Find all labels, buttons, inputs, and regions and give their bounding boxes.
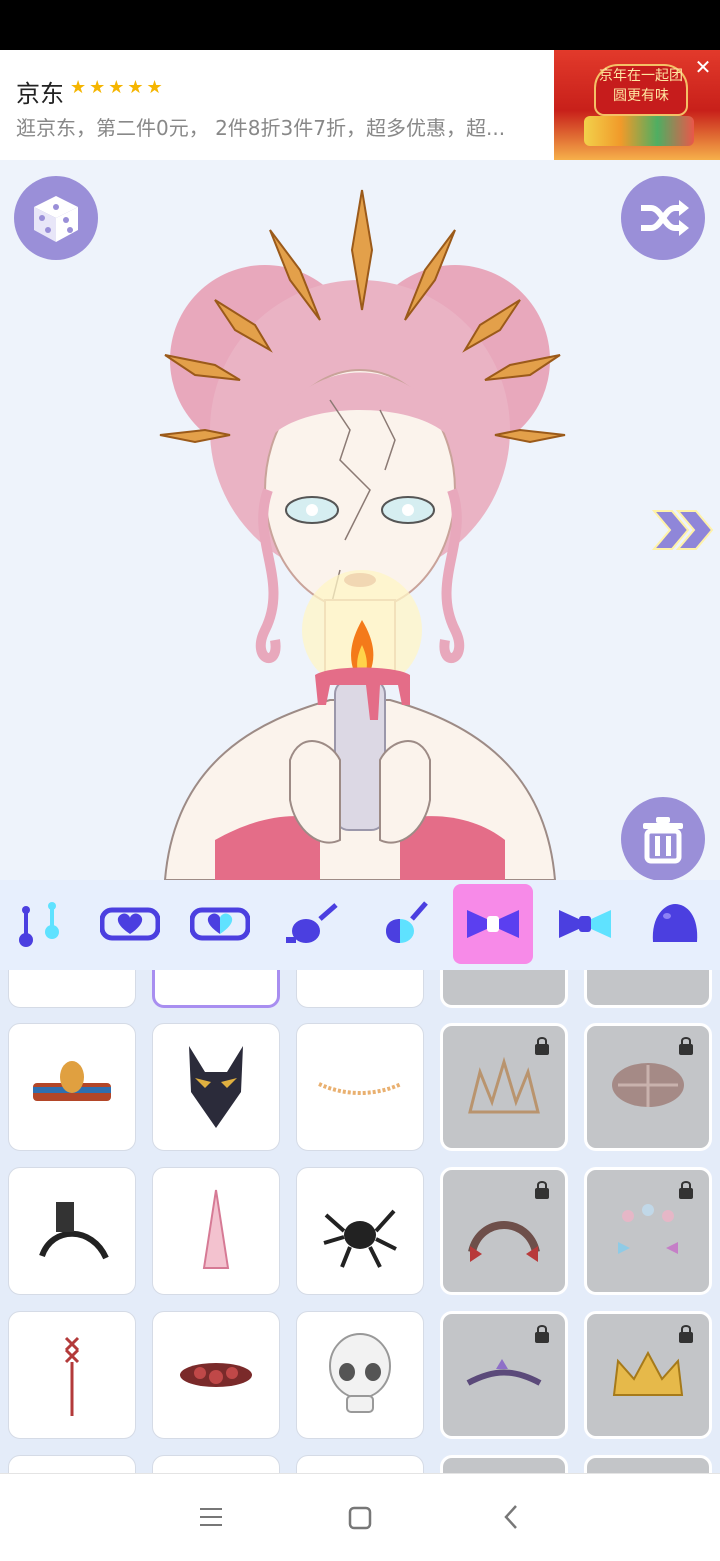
ad-image-banner-text: 京年在一起团圆更有味	[594, 64, 688, 116]
item-rose-wreath[interactable]	[152, 1311, 280, 1439]
ad-banner[interactable]: 京东 ★★★★★ 逛京东，第二件0元， 2件8折3件7折，超多优惠，超... 京…	[0, 50, 720, 160]
spider-icon	[323, 1209, 397, 1268]
jewel-tiara-icon	[466, 1359, 542, 1386]
item-plaid-beret[interactable]	[584, 1023, 712, 1151]
item-partial-bottom[interactable]	[296, 1455, 424, 1473]
hat-icon	[652, 904, 698, 942]
item-partial-bottom-locked[interactable]	[584, 1455, 712, 1473]
tab-bow[interactable]	[453, 884, 533, 964]
heart-necklace-icon	[100, 907, 160, 941]
item-bow-clips[interactable]	[584, 1167, 712, 1295]
item-partial-top-locked[interactable]	[584, 970, 712, 1008]
bow-icon	[467, 910, 519, 938]
item-anubis-mask[interactable]	[152, 1023, 280, 1151]
character-stage	[0, 160, 720, 880]
plaid-beret-icon	[612, 1063, 684, 1107]
character-illustration	[159, 189, 566, 880]
item-lace-headband[interactable]	[440, 1167, 568, 1295]
delete-button[interactable]	[621, 797, 705, 880]
item-partial-top-locked[interactable]	[440, 970, 568, 1008]
item-grid	[0, 970, 720, 1473]
ribbon-lace-icon	[64, 1336, 80, 1416]
dice-icon	[34, 196, 78, 242]
item-jewel-tiara[interactable]	[440, 1311, 568, 1439]
unicorn-horn-icon	[202, 1189, 230, 1269]
lock-icon	[679, 1181, 693, 1199]
item-ribbon-lace[interactable]	[8, 1311, 136, 1439]
rose-wreath-icon	[180, 1363, 252, 1387]
earrings-icon	[19, 902, 59, 947]
ad-image[interactable]: 京年在一起团圆更有味 ✕	[554, 50, 720, 160]
bow-alt-icon	[559, 910, 611, 938]
anubis-mask-icon	[189, 1046, 243, 1128]
item-partial-top[interactable]	[8, 970, 136, 1008]
lace-headband-icon	[468, 1221, 540, 1262]
flower-vine-icon	[318, 1082, 402, 1095]
item-gold-crown[interactable]	[584, 1311, 712, 1439]
item-partial-bottom-locked[interactable]	[440, 1455, 568, 1473]
headwear-alt-icon	[386, 901, 428, 943]
back-icon[interactable]	[502, 1504, 520, 1530]
tab-earrings[interactable]	[0, 884, 80, 964]
gold-crown-icon	[612, 1350, 684, 1396]
skull-icon	[329, 1333, 391, 1413]
lock-icon	[535, 1325, 549, 1343]
item-partial-bottom[interactable]	[8, 1455, 136, 1473]
system-nav-bar	[0, 1473, 720, 1561]
item-cobra-crown[interactable]	[8, 1023, 136, 1151]
tab-necklace-heart[interactable]	[90, 884, 170, 964]
item-flower-vine[interactable]	[296, 1023, 424, 1151]
bow-clips-icon	[618, 1204, 678, 1254]
cobra-crown-icon	[33, 1061, 111, 1101]
ad-title: 京东	[16, 80, 64, 108]
item-partial-bottom[interactable]	[152, 1455, 280, 1473]
lock-icon	[679, 1325, 693, 1343]
item-rook-headband[interactable]	[8, 1167, 136, 1295]
ad-image-products	[584, 116, 694, 146]
shuffle-button[interactable]	[621, 176, 705, 260]
lock-icon	[679, 1037, 693, 1055]
item-unicorn-horn[interactable]	[152, 1167, 280, 1295]
lock-icon	[535, 1037, 549, 1055]
headwear-icon	[286, 903, 338, 943]
item-partial-top-selected[interactable]	[152, 970, 280, 1008]
menu-icon[interactable]	[198, 1506, 224, 1528]
random-dice-button[interactable]	[14, 176, 98, 260]
home-icon[interactable]	[348, 1506, 372, 1530]
item-partial-top[interactable]	[296, 970, 424, 1008]
item-spider[interactable]	[296, 1167, 424, 1295]
tab-bow-alt[interactable]	[545, 884, 625, 964]
lock-icon	[535, 1181, 549, 1199]
tab-headwear[interactable]	[270, 884, 350, 964]
shuffle-icon	[641, 200, 689, 236]
tab-hat[interactable]	[635, 884, 715, 964]
item-candle-tiara[interactable]	[440, 1023, 568, 1151]
double-chevron-right-icon[interactable]	[650, 505, 714, 555]
status-bar	[0, 0, 720, 50]
ad-rating-stars: ★★★★★	[70, 77, 166, 98]
rook-headband-icon	[39, 1202, 109, 1260]
half-heart-necklace-icon	[190, 907, 250, 941]
candle-tiara-icon	[468, 1056, 540, 1114]
trash-icon	[643, 817, 683, 864]
item-skull[interactable]	[296, 1311, 424, 1439]
tab-headwear-alt[interactable]	[360, 884, 440, 964]
tab-necklace-half-heart[interactable]	[180, 884, 260, 964]
close-icon[interactable]: ✕	[692, 56, 714, 78]
ad-description: 逛京东，第二件0元， 2件8折3件7折，超多优惠，超...	[16, 116, 506, 140]
category-tabs	[0, 880, 720, 972]
